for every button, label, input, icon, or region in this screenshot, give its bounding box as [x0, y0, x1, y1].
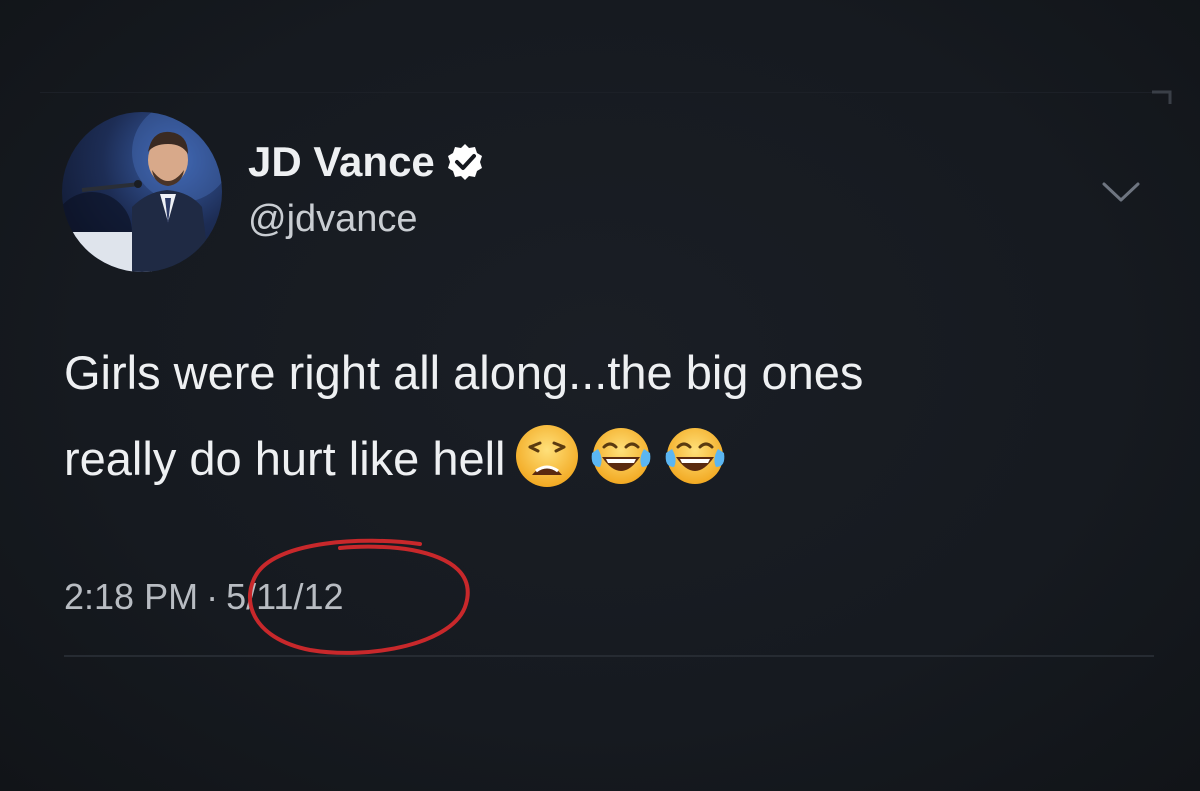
tweet-screenshot: JD Vance @jdvance Girls were right all a…	[0, 0, 1200, 791]
avatar[interactable]	[62, 112, 222, 272]
tweet-timestamp[interactable]: 2:18 PM · 5/11/12	[64, 576, 344, 618]
display-name-text: JD Vance	[248, 138, 435, 185]
user-handle[interactable]: @jdvance	[248, 198, 418, 241]
weary-face-emoji-icon	[514, 423, 580, 489]
tweet-text-line-1: Girls were right all along...the big one…	[64, 346, 864, 399]
tweet-body: Girls were right all along...the big one…	[64, 330, 1154, 502]
profile-photo-icon	[62, 112, 222, 272]
tweet-text-line-2: really do hurt like hell	[64, 432, 506, 485]
tweet-date: 5/11/12	[226, 576, 344, 617]
face-with-tears-of-joy-emoji-icon	[662, 423, 728, 489]
corner-mark	[1150, 90, 1172, 106]
tweet-text-line-2-row: really do hurt like hell	[64, 416, 1154, 502]
bottom-divider	[64, 655, 1154, 657]
tweet-time: 2:18 PM	[64, 576, 199, 617]
verified-badge-icon	[445, 142, 485, 182]
face-with-tears-of-joy-emoji-icon	[588, 423, 654, 489]
chevron-down-icon[interactable]	[1098, 176, 1144, 208]
display-name[interactable]: JD Vance	[248, 138, 485, 186]
top-divider	[40, 92, 1160, 93]
separator-dot: ·	[206, 576, 219, 617]
